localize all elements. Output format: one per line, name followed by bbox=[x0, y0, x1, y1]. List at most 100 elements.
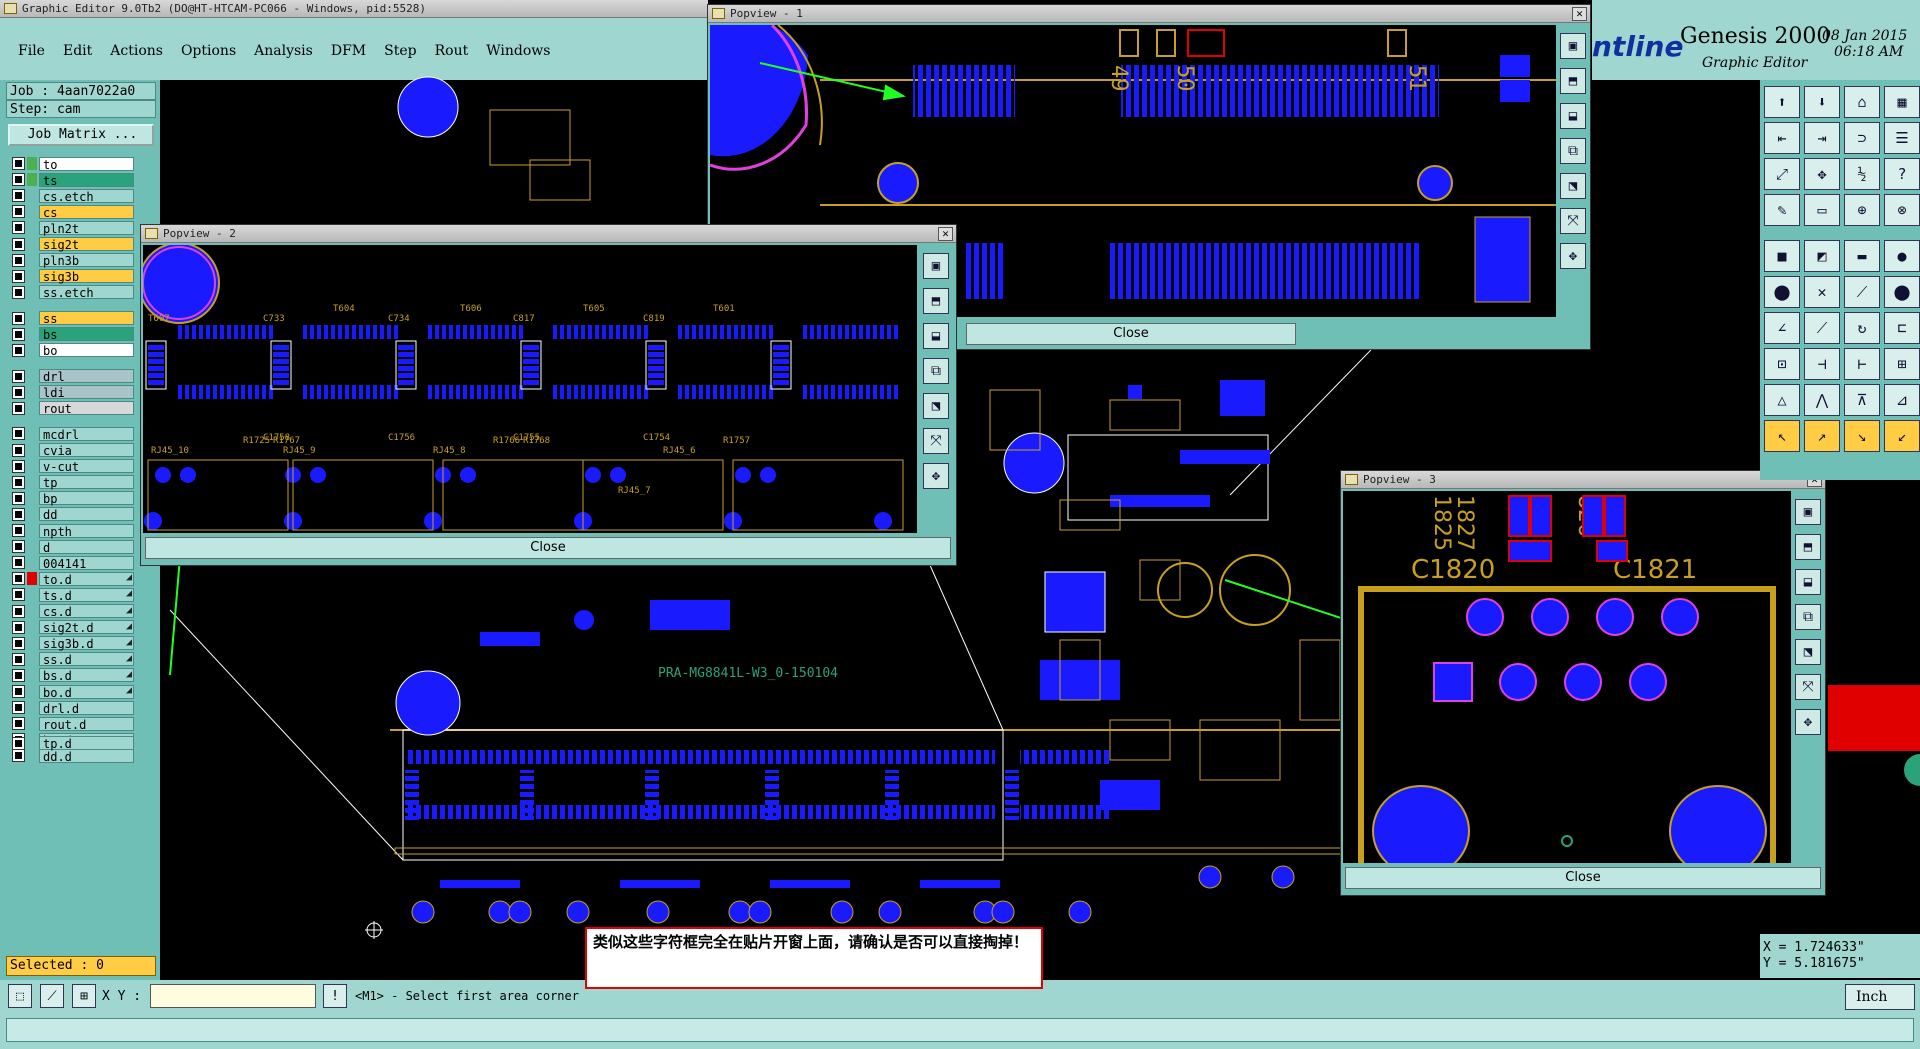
edit-icon[interactable]: ✎ bbox=[1764, 194, 1800, 226]
help-icon[interactable]: ? bbox=[1884, 158, 1920, 190]
brand-logo: ntline bbox=[1592, 30, 1684, 63]
home-icon[interactable]: ⬔ bbox=[1560, 173, 1586, 199]
home-icon[interactable]: ⬔ bbox=[1795, 639, 1821, 665]
pad-icon[interactable]: ● bbox=[1884, 240, 1920, 272]
grid-tool-button[interactable]: ⊞ bbox=[72, 984, 96, 1008]
dot-icon[interactable]: ⬤ bbox=[1884, 276, 1920, 308]
popview-1-titlebar: Popview - 1 ✕ bbox=[708, 5, 1590, 23]
peak-icon[interactable]: ⋀ bbox=[1804, 384, 1840, 416]
zoom-out-icon[interactable]: ⬓ bbox=[1560, 103, 1586, 129]
popview-2-close-button[interactable]: Close bbox=[145, 537, 951, 559]
pop2-ref-label: C1754 bbox=[643, 433, 670, 443]
alert-button[interactable]: ! bbox=[323, 984, 347, 1008]
add-icon[interactable]: ⊕ bbox=[1844, 194, 1880, 226]
select-tool-button[interactable]: ⬚ bbox=[8, 984, 32, 1008]
pop2-ref-label: C733 bbox=[263, 314, 285, 324]
board-title-text: PRA-MG8841L-W3_0-150104 bbox=[658, 666, 838, 681]
product-subtitle: Graphic Editor bbox=[1702, 55, 1808, 71]
measure-tool-button[interactable]: ⟋ bbox=[40, 984, 64, 1008]
fit-icon[interactable]: ▣ bbox=[923, 253, 949, 279]
grid-icon[interactable]: ▦ bbox=[1884, 86, 1920, 118]
expand-icon[interactable]: ⤧ bbox=[1795, 674, 1821, 700]
draw-line-icon[interactable]: ⟋ bbox=[1804, 312, 1840, 344]
scale-icon[interactable]: ½ bbox=[1844, 158, 1880, 190]
list-icon[interactable]: ☰ bbox=[1884, 122, 1920, 154]
expand-icon[interactable]: ⤧ bbox=[923, 428, 949, 454]
rotate-icon[interactable]: ↻ bbox=[1844, 312, 1880, 344]
bracket-icon[interactable]: ⊏ bbox=[1884, 312, 1920, 344]
pan-icon[interactable]: ⧉ bbox=[923, 358, 949, 384]
popview-3-close-button[interactable]: Close bbox=[1345, 867, 1821, 889]
align-right-icon[interactable]: ⇥ bbox=[1804, 122, 1840, 154]
pan-icon[interactable]: ⧉ bbox=[1560, 138, 1586, 164]
move-icon[interactable]: ✥ bbox=[923, 463, 949, 489]
frame-icon[interactable]: ⊡ bbox=[1764, 348, 1800, 380]
popview-3-canvas[interactable]: C1820 C1821 1827 1825 828 826 bbox=[1343, 491, 1791, 863]
popview-1-close-button[interactable]: Close bbox=[966, 323, 1296, 345]
zoom-out-icon[interactable]: ⬓ bbox=[1795, 569, 1821, 595]
cursor-sw-icon[interactable]: ↙ bbox=[1884, 420, 1920, 452]
pop1-num-50: 50 bbox=[1172, 65, 1197, 92]
grid2-icon[interactable]: ⊞ bbox=[1884, 348, 1920, 380]
pop2-ref-label: R1766 bbox=[493, 436, 520, 446]
pop2-ref-label: R1725 bbox=[243, 436, 270, 446]
ref-1827: 1827 bbox=[1452, 495, 1477, 551]
popview-1-close-x[interactable]: ✕ bbox=[1572, 7, 1587, 21]
move-icon[interactable]: ✥ bbox=[1795, 709, 1821, 735]
move-icon[interactable]: ✥ bbox=[1560, 243, 1586, 269]
ramp-icon[interactable]: ⊿ bbox=[1884, 384, 1920, 416]
home-icon[interactable]: ⬔ bbox=[923, 393, 949, 419]
date-display: 08 Jan 2015 bbox=[1822, 28, 1908, 44]
circle-icon[interactable]: ⬤ bbox=[1764, 276, 1800, 308]
cross-icon[interactable]: ✕ bbox=[1804, 276, 1840, 308]
pop2-ref-label: T604 bbox=[333, 304, 355, 314]
popview-3-toolbar: ▣ ⬒ ⬓ ⧉ ⬔ ⤧ ✥ bbox=[1793, 491, 1823, 863]
layer-icon[interactable]: ◩ bbox=[1804, 240, 1840, 272]
popview-2-close-x[interactable]: ✕ bbox=[938, 227, 953, 241]
fit-icon[interactable]: ▣ bbox=[1795, 499, 1821, 525]
cursor-ne-icon[interactable]: ↗ bbox=[1804, 420, 1840, 452]
rect-icon[interactable]: ▭ bbox=[1804, 194, 1840, 226]
zoom-in-icon[interactable]: ⬒ bbox=[1795, 534, 1821, 560]
angle-icon[interactable]: ∠ bbox=[1764, 312, 1800, 344]
coord-y: Y = 5.181675" bbox=[1763, 956, 1865, 971]
expand-icon[interactable]: ⤧ bbox=[1560, 208, 1586, 234]
fill-icon[interactable]: ■ bbox=[1764, 240, 1800, 272]
slash-icon[interactable]: ⟋ bbox=[1844, 276, 1880, 308]
line-icon[interactable]: ▬ bbox=[1844, 240, 1880, 272]
cursor-se-icon[interactable]: ↘ bbox=[1844, 420, 1880, 452]
move-up-icon[interactable]: ⬆ bbox=[1764, 86, 1800, 118]
delete-icon[interactable]: ⊗ bbox=[1884, 194, 1920, 226]
triangle-icon[interactable]: △ bbox=[1764, 384, 1800, 416]
tee-right-icon[interactable]: ⊢ bbox=[1844, 348, 1880, 380]
right-tool-palette: ⬆ ⬇ ⌂ ▦ ⇤ ⇥ ⊃ ☰ ⤢ ✥ ½? ✎ ▭ ⊕ ⊗ ■ ◩ ▬ ● ⬤ ✕ ⟋ ⬤ ∠ ⟋ ↻ ⊏ ⊡ ⊣ ⊢ ⊞ △ ⋀ ⊼ ⊿ ↖ ↗ ↘ ↙ bbox=[1760, 80, 1920, 480]
align-left-icon[interactable]: ⇤ bbox=[1764, 122, 1800, 154]
popview-2-canvas[interactable]: T607 C733 T604 C734 T606 C817 T605 C819 T601 C175… bbox=[143, 245, 917, 533]
pop2-ref-label: RJ45_9 bbox=[283, 446, 316, 456]
zoom-out-icon[interactable]: ⬓ bbox=[923, 323, 949, 349]
pop1-num-49: 49 bbox=[1106, 65, 1131, 92]
pop2-ref-label: RJ45_8 bbox=[433, 446, 466, 456]
cursor-nw-icon[interactable]: ↖ bbox=[1764, 420, 1800, 452]
time-display: 06:18 AM bbox=[1834, 44, 1904, 60]
move-down-icon[interactable]: ⬇ bbox=[1804, 86, 1840, 118]
pan-icon[interactable]: ✥ bbox=[1804, 158, 1840, 190]
pan-icon[interactable]: ⧉ bbox=[1795, 604, 1821, 630]
expand-icon[interactable]: ⤢ bbox=[1764, 158, 1800, 190]
arch-icon[interactable]: ⊼ bbox=[1844, 384, 1880, 416]
prompt-text: <M1> - Select first area corner bbox=[355, 989, 579, 1003]
popview-3-titlebar: Popview - 3 ✕ bbox=[1341, 471, 1825, 489]
pop2-ref-label: RJ45_6 bbox=[663, 446, 696, 456]
subset-icon[interactable]: ⊃ bbox=[1844, 122, 1880, 154]
xy-label: X Y : bbox=[102, 989, 142, 1004]
pop2-ref-label: C819 bbox=[643, 314, 665, 324]
fit-icon[interactable]: ▣ bbox=[1560, 33, 1586, 59]
home-icon[interactable]: ⌂ bbox=[1844, 86, 1880, 118]
zoom-in-icon[interactable]: ⬒ bbox=[923, 288, 949, 314]
units-select[interactable]: Inch bbox=[1845, 984, 1915, 1010]
status-line bbox=[0, 1014, 1920, 1049]
zoom-in-icon[interactable]: ⬒ bbox=[1560, 68, 1586, 94]
xy-input[interactable] bbox=[150, 984, 316, 1008]
tee-left-icon[interactable]: ⊣ bbox=[1804, 348, 1840, 380]
pop2-ref-label: T601 bbox=[713, 304, 735, 314]
